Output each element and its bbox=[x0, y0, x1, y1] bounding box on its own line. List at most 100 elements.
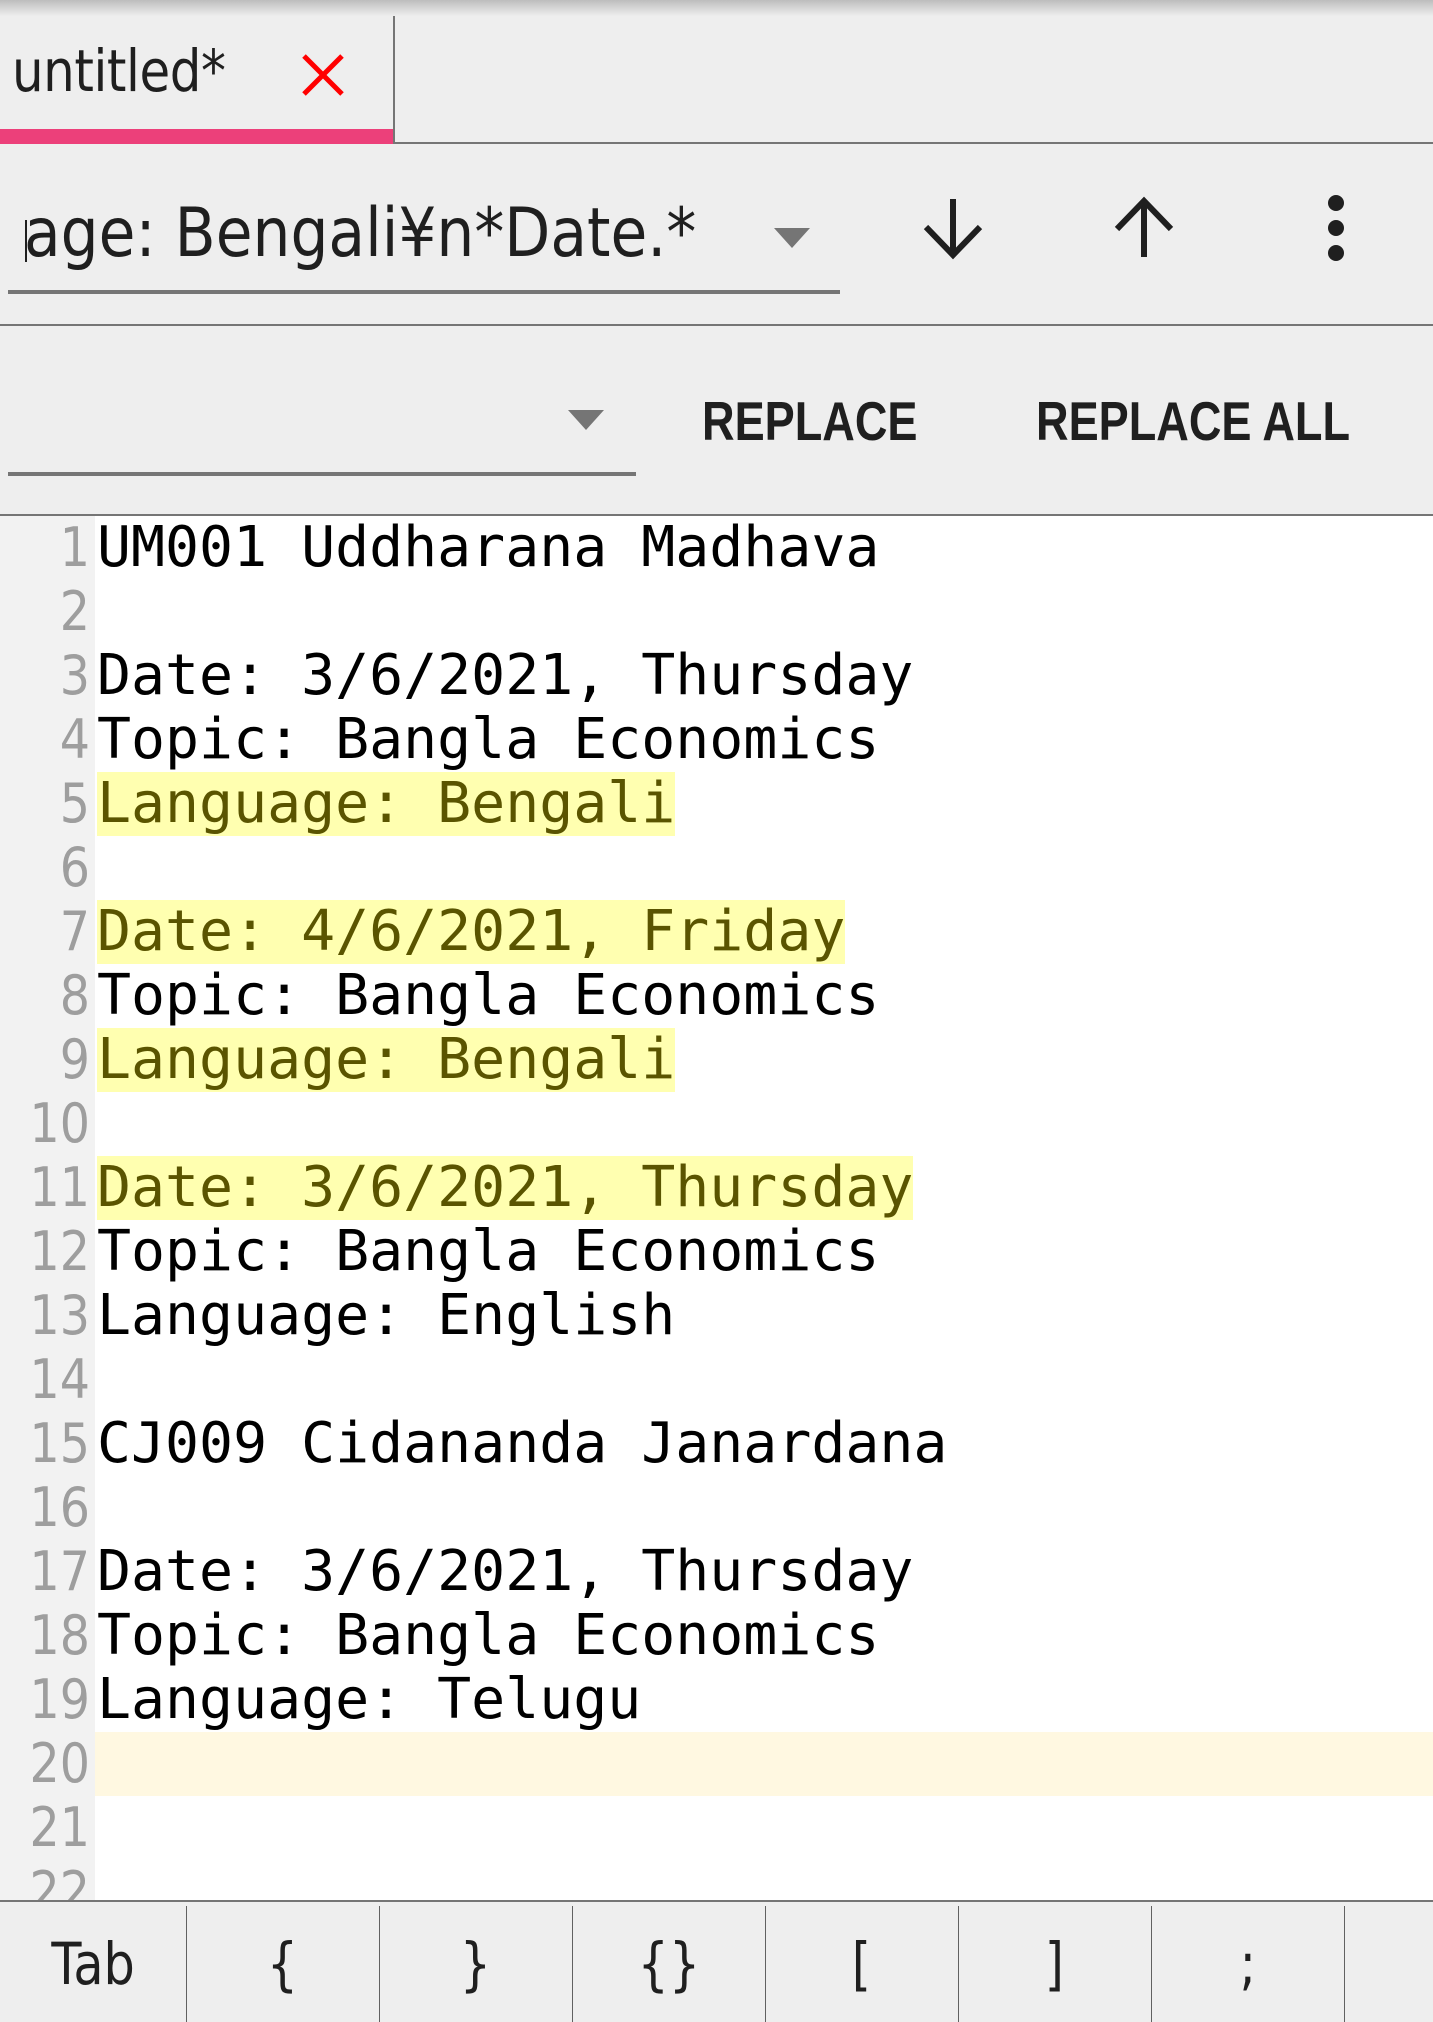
line-number: 10 bbox=[29, 1092, 90, 1155]
line-number: 21 bbox=[29, 1796, 90, 1859]
editor-line[interactable]: 14 bbox=[0, 1348, 1433, 1412]
symbol-key[interactable]: Tab bbox=[0, 1906, 186, 2022]
key-label: {} bbox=[637, 1930, 700, 1998]
line-text: Date: 3/6/2021, Thursday bbox=[97, 643, 914, 708]
line-text: Topic: Bangla Economics bbox=[97, 1219, 880, 1284]
replace-input-underline bbox=[8, 472, 636, 476]
find-bar: age: Bengali¥n*Date.* bbox=[0, 144, 1433, 326]
editor-line[interactable]: 19 Language: Telugu bbox=[0, 1668, 1433, 1732]
editor-line[interactable]: 15 CJ009 Cidananda Janardana bbox=[0, 1412, 1433, 1476]
symbol-key[interactable]: ] bbox=[958, 1906, 1151, 2022]
find-next-button[interactable] bbox=[903, 180, 1003, 280]
line-number: 4 bbox=[59, 708, 90, 771]
line-number: 22 bbox=[29, 1860, 90, 1900]
key-label: ] bbox=[1044, 1930, 1065, 1998]
find-input[interactable]: age: Bengali¥n*Date.* bbox=[8, 180, 840, 292]
key-label: ; bbox=[1239, 1930, 1256, 1998]
symbol-key[interactable]: { bbox=[186, 1906, 379, 2022]
line-number: 9 bbox=[59, 1028, 90, 1091]
tab-untitled[interactable]: untitled* bbox=[0, 16, 394, 144]
find-input-underline bbox=[8, 290, 840, 294]
find-previous-button[interactable] bbox=[1094, 180, 1194, 280]
line-number: 2 bbox=[59, 580, 90, 643]
close-icon[interactable] bbox=[298, 50, 348, 100]
line-text: Date: 3/6/2021, Thursday bbox=[97, 1539, 914, 1604]
line-number: 13 bbox=[29, 1284, 90, 1347]
key-label: [ bbox=[851, 1930, 872, 1998]
line-number: 11 bbox=[29, 1156, 90, 1219]
symbol-key-bar: Tab {} {} []; bbox=[0, 1900, 1433, 2022]
key-label: { bbox=[266, 1930, 299, 1998]
line-number: 15 bbox=[29, 1412, 90, 1475]
symbol-key[interactable]: [ bbox=[765, 1906, 958, 2022]
editor-line[interactable]: 2 bbox=[0, 580, 1433, 644]
line-text: Topic: Bangla Economics bbox=[97, 963, 880, 1028]
line-number: 5 bbox=[59, 772, 90, 835]
arrow-up-icon bbox=[1109, 193, 1179, 267]
editor-line[interactable]: 6 bbox=[0, 836, 1433, 900]
editor-line[interactable]: 1 UM001 Uddharana Madhava bbox=[0, 516, 1433, 580]
search-match-text: Date: 4/6/2021, Friday bbox=[97, 899, 846, 964]
line-number: 17 bbox=[29, 1540, 90, 1603]
line-number: 14 bbox=[29, 1348, 90, 1411]
symbol-key[interactable] bbox=[1344, 1906, 1433, 2022]
editor-line[interactable]: 3 Date: 3/6/2021, Thursday bbox=[0, 644, 1433, 708]
chevron-down-icon[interactable] bbox=[566, 408, 606, 432]
symbol-key[interactable]: {} bbox=[572, 1906, 765, 2022]
editor-line[interactable]: 13 Language: English bbox=[0, 1284, 1433, 1348]
editor-line[interactable]: 22 bbox=[0, 1860, 1433, 1900]
editor-line[interactable]: 5 Language: Bengali bbox=[0, 772, 1433, 836]
editor-line[interactable]: 4 Topic: Bangla Economics bbox=[0, 708, 1433, 772]
search-match-text: Language: Bengali bbox=[97, 771, 676, 836]
line-text: UM001 Uddharana Madhava bbox=[97, 516, 880, 580]
tab-bar: untitled* bbox=[0, 0, 1433, 144]
editor-line[interactable]: 9 Language: Bengali bbox=[0, 1028, 1433, 1092]
tab-title: untitled* bbox=[12, 37, 226, 105]
line-number: 6 bbox=[59, 836, 90, 899]
editor-line[interactable]: 21 bbox=[0, 1796, 1433, 1860]
editor-line[interactable]: 10 bbox=[0, 1092, 1433, 1156]
editor-line[interactable]: 12 Topic: Bangla Economics bbox=[0, 1220, 1433, 1284]
editor-line[interactable]: 8 Topic: Bangla Economics bbox=[0, 964, 1433, 1028]
editor-line[interactable]: 17 Date: 3/6/2021, Thursday bbox=[0, 1540, 1433, 1604]
find-input-value: age: Bengali¥n*Date.* bbox=[24, 194, 697, 273]
search-match-text: Date: 3/6/2021, Thursday bbox=[97, 1155, 914, 1220]
line-text: Language: Telugu bbox=[97, 1667, 642, 1732]
line-text: Topic: Bangla Economics bbox=[97, 1603, 880, 1668]
line-number: 8 bbox=[59, 964, 90, 1027]
line-text: Topic: Bangla Economics bbox=[97, 707, 880, 772]
line-number: 7 bbox=[59, 900, 90, 963]
chevron-down-icon[interactable] bbox=[772, 226, 812, 250]
editor-line[interactable]: 11 Date: 3/6/2021, Thursday bbox=[0, 1156, 1433, 1220]
editor-line[interactable]: 18 Topic: Bangla Economics bbox=[0, 1604, 1433, 1668]
code-editor[interactable]: 1 UM001 Uddharana Madhava 2 3 Date: 3/6/2021… bbox=[0, 516, 1433, 1900]
replace-button[interactable]: REPLACE bbox=[702, 386, 918, 456]
line-number: 3 bbox=[59, 644, 90, 707]
more-vert-icon bbox=[1321, 193, 1351, 267]
line-number: 12 bbox=[29, 1220, 90, 1283]
replace-all-button[interactable]: REPLACE ALL bbox=[1036, 386, 1350, 456]
line-number: 16 bbox=[29, 1476, 90, 1539]
current-line-highlight bbox=[95, 1732, 1433, 1796]
symbol-key[interactable]: ; bbox=[1151, 1906, 1344, 2022]
line-number: 1 bbox=[59, 516, 90, 579]
tab-divider bbox=[393, 16, 395, 144]
key-label: Tab bbox=[51, 1930, 135, 1998]
editor-line[interactable]: 16 bbox=[0, 1476, 1433, 1540]
line-number: 20 bbox=[29, 1732, 90, 1795]
arrow-down-icon bbox=[918, 193, 988, 267]
replace-bar: REPLACE REPLACE ALL bbox=[0, 326, 1433, 516]
key-label: } bbox=[459, 1930, 492, 1998]
line-number: 18 bbox=[29, 1604, 90, 1667]
editor-line[interactable]: 20 bbox=[0, 1732, 1433, 1796]
more-options-button[interactable] bbox=[1286, 180, 1386, 280]
replace-input[interactable] bbox=[8, 366, 636, 476]
symbol-key[interactable]: } bbox=[379, 1906, 572, 2022]
editor-line[interactable]: 7 Date: 4/6/2021, Friday bbox=[0, 900, 1433, 964]
key-bar-border bbox=[0, 1900, 1433, 1902]
active-tab-indicator bbox=[0, 129, 394, 144]
search-match-text: Language: Bengali bbox=[97, 1027, 676, 1092]
line-text: CJ009 Cidananda Janardana bbox=[97, 1411, 948, 1476]
line-text: Language: English bbox=[97, 1283, 676, 1348]
line-number: 19 bbox=[29, 1668, 90, 1731]
